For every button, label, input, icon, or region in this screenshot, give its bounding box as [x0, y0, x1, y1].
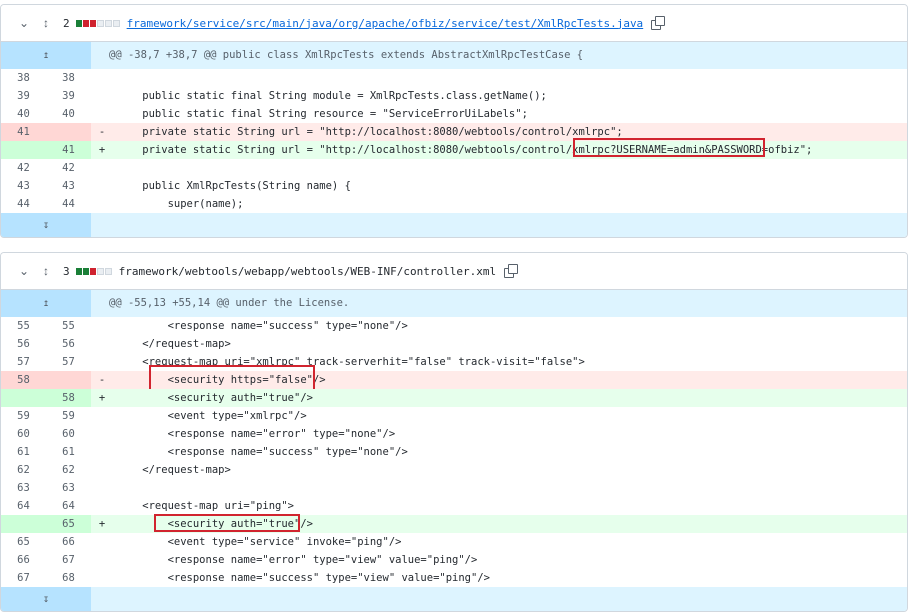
table-row: 40 40 public static final String resourc… — [17, 108, 528, 120]
expand-down-icon[interactable]: ↧ — [1, 213, 91, 237]
added-row: 65 + <security auth="true"/> — [1, 514, 907, 533]
added-row: 41 + private static String url = "http:/… — [1, 138, 907, 159]
deleted-row: 58 - <security https="false"/> — [1, 365, 907, 407]
table-row: 39 39 public static final String module … — [17, 90, 547, 102]
expand-row: ↧ — [1, 213, 907, 237]
expand-up-icon[interactable]: ↥ — [1, 42, 91, 69]
table-row: 57 57 <request-map uri="xmlrpc" track-se… — [17, 356, 585, 368]
unfold-icon[interactable]: ↕ — [43, 264, 57, 278]
deleted-row: 41 - private static String url = "http:/… — [1, 123, 907, 141]
table-row: 55 55 <response name="success" type="non… — [17, 320, 408, 332]
file-header: ⌄ ↕ 2 framework/service/src/main/java/or… — [1, 5, 907, 42]
expand-row: ↧ — [1, 587, 907, 611]
file-name-link[interactable]: framework/service/src/main/java/org/apac… — [127, 17, 644, 30]
table-row: 56 56 </request-map> — [17, 338, 231, 350]
table-row: 64 64 <request-map uri="ping"> — [17, 500, 295, 512]
chevron-down-icon[interactable]: ⌄ — [19, 264, 33, 278]
table-row: 43 43 public XmlRpcTests(String name) { — [17, 180, 351, 192]
hunk-header: ↥ @@ -38,7 +38,7 @@ public class XmlRpcT… — [1, 42, 907, 69]
table-row: 62 62 </request-map> — [17, 464, 231, 476]
table-row: 63 63 — [17, 482, 75, 494]
diffstat — [75, 19, 120, 27]
copy-icon[interactable] — [504, 264, 519, 278]
diff-file-controller: ⌄ ↕ 3 framework/webtools/webapp/webtools… — [0, 252, 908, 612]
file-header: ⌄ ↕ 3 framework/webtools/webapp/webtools… — [1, 253, 907, 290]
table-row: 61 61 <response name="success" type="non… — [17, 446, 408, 458]
change-count: 3 — [63, 264, 70, 278]
expand-down-icon[interactable]: ↧ — [1, 587, 91, 611]
table-row: 65 66 <event type="service" invoke="ping… — [17, 536, 402, 548]
diff-table: ↥ @@ -38,7 +38,7 @@ public class XmlRpcT… — [1, 42, 907, 237]
diff-table: ↥ @@ -55,13 +55,14 @@ under the License.… — [1, 290, 907, 611]
highlight-box — [154, 514, 300, 532]
hunk-header: ↥ @@ -55,13 +55,14 @@ under the License. — [1, 290, 907, 317]
chevron-down-icon[interactable]: ⌄ — [19, 16, 33, 30]
added-row: 58 + <security auth="true"/> — [1, 389, 907, 407]
table-row: 44 44 super(name); — [17, 198, 244, 210]
diffstat — [75, 267, 112, 275]
table-row: 42 42 — [17, 162, 75, 174]
table-row: 66 67 <response name="error" type="view"… — [17, 554, 478, 566]
change-count: 2 — [63, 16, 70, 30]
table-row: 67 68 <response name="success" type="vie… — [17, 572, 490, 584]
file-name-link[interactable]: framework/webtools/webapp/webtools/WEB-I… — [119, 265, 497, 278]
unfold-icon[interactable]: ↕ — [43, 16, 57, 30]
table-row: 59 59 <event type="xmlrpc"/> — [17, 410, 307, 422]
table-row: 38 38 — [17, 72, 75, 84]
highlight-box — [573, 138, 765, 157]
copy-icon[interactable] — [651, 16, 666, 30]
table-row: 60 60 <response name="error" type="none"… — [17, 428, 396, 440]
diff-file-xmlrpctests: ⌄ ↕ 2 framework/service/src/main/java/or… — [0, 4, 908, 238]
expand-up-icon[interactable]: ↥ — [1, 290, 91, 317]
